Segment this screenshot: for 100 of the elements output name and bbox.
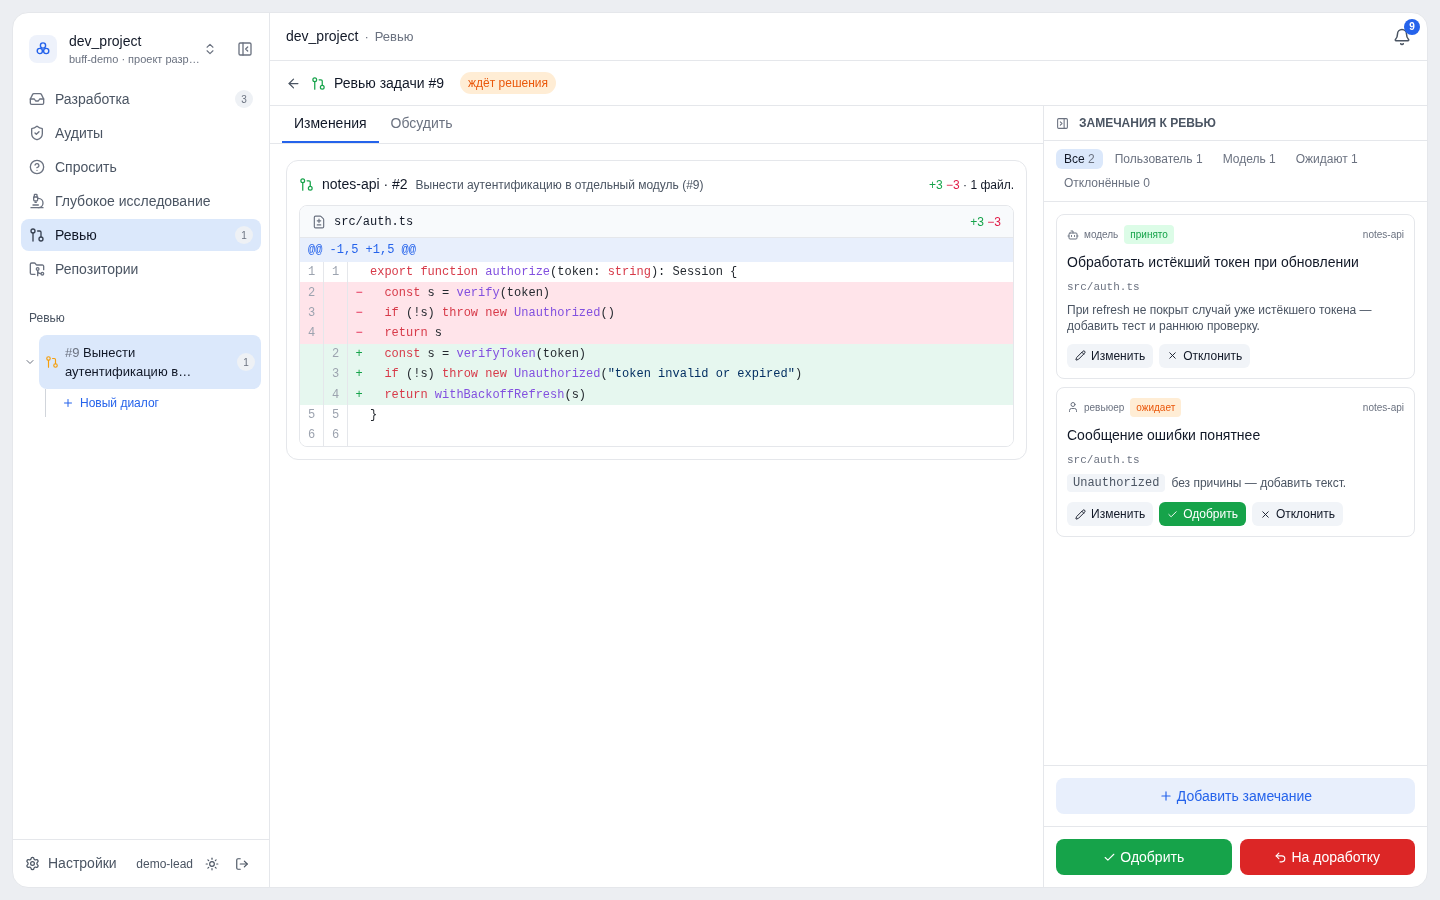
line-number: 2 [324,343,348,364]
notification-count: 9 [1404,18,1420,35]
review-item-count: 1 [237,353,255,371]
diff-marker: + [354,366,364,384]
nav-label: Репозитории [55,259,140,279]
back-icon[interactable] [286,75,301,91]
hunk-header: @@ -1,5 +1,5 @@ [300,238,1013,262]
nav-item[interactable]: Разработка 3 [21,83,261,115]
comment-title: Обработать истёкший токен при обновлении [1067,253,1360,272]
collapse-sidebar-icon[interactable] [237,41,253,57]
project-name: dev_project [69,32,143,51]
pull-request-icon [311,75,326,91]
user-name: demo-lead [136,855,193,873]
reject-button[interactable]: Отклонить [1159,343,1251,368]
code-line: if (!s) throw new Unauthorized() [383,304,615,322]
pull-request-icon [299,177,314,192]
comment-author: модель [1084,228,1119,242]
nav-label: Глубокое исследование [55,191,212,211]
nav-count: 3 [235,90,253,108]
change-repo: notes-api · #2 [322,175,408,194]
file-path: src/auth.ts [334,213,414,231]
edit-button[interactable]: Изменить [1067,502,1154,526]
filter-chip[interactable]: Отклонённые 0 [1056,173,1158,193]
comment-text: При refresh не покрыт случай уже истёкшего токена — добавить тест и раннюю проверку. [1067,301,1373,334]
nav-count: 1 [235,226,253,244]
nav-item[interactable]: Глубокое исследование [21,185,261,217]
settings-icon[interactable] [25,856,40,871]
rework-button[interactable]: На доработку [1239,839,1415,875]
nav-label: Разработка [55,89,131,109]
code-line: const s = verify(token) [383,284,551,302]
plus-icon [1158,789,1173,803]
undo-icon [1274,850,1288,864]
filter-chip[interactable]: Пользователь 1 [1106,149,1211,169]
edit-button[interactable]: Изменить [1067,343,1154,368]
add-comment-button[interactable]: Добавить замечание [1056,778,1415,814]
new-dialog-label: Новый диалог [80,395,159,412]
shield-check-icon [29,125,45,141]
tab[interactable]: Обсудить [378,106,465,143]
pull-request-icon [45,355,59,369]
theme-toggle-icon[interactable] [205,856,219,871]
diff-marker: − [354,284,364,302]
diff-marker: + [354,345,364,363]
new-dialog-link[interactable]: Новый диалог [62,394,261,412]
robot-icon [1067,228,1079,241]
filter-chip[interactable]: Ожидают 1 [1287,149,1366,169]
comment-text: без причины — добавить текст. [1171,475,1347,491]
settings-link[interactable]: Настройки [48,853,117,874]
comment-file: src/auth.ts [1067,452,1141,468]
diff-marker: − [354,304,364,322]
review-title: Ревью задачи #9 [334,73,445,93]
tab[interactable]: Изменения [282,106,379,143]
breadcrumb-project[interactable]: dev_project [286,26,359,47]
filter-chip[interactable]: Модель 1 [1214,149,1284,169]
folder-icon [29,261,45,277]
code-line: const s = verifyToken(token) [383,345,587,363]
code-line: return s [383,325,442,343]
logo-icon [35,41,51,57]
status-badge: ожидает [1130,397,1182,417]
nav-label: Аудиты [55,123,105,143]
panel-toggle-icon[interactable] [1056,116,1069,130]
change-title: Вынести аутентификацию в отдельный модуль (#9) [415,176,704,194]
file-stats: +3 −3 [970,213,1001,231]
file-icon [312,214,326,229]
code-line: if (!s) throw new Unauthorized("token invalid or expired") [383,366,803,384]
line-number: 2 [300,282,324,303]
help-icon [29,159,45,175]
breadcrumb-page: Ревью [374,27,414,46]
user-icon [1067,401,1079,413]
pencil-icon [1075,350,1086,361]
code-line: export function authorize(token: string): Session { [370,264,738,282]
close-icon [1259,508,1271,520]
nav-item[interactable]: Ревью 1 [21,219,261,251]
comment-title: Сообщение ошибки понятнее [1067,425,1262,445]
nav-item[interactable]: Репозитории [21,253,261,285]
microscope-icon [29,193,45,209]
line-number: 4 [300,323,324,344]
section-title: Ревью [28,310,66,327]
status-badge: принято [1124,225,1174,244]
logout-icon[interactable] [235,856,249,871]
nav-item[interactable]: Спросить [21,151,261,183]
breadcrumb-separator: · [364,27,369,46]
nav-item[interactable]: Аудиты [21,117,261,149]
change-stats: +3 −3 · 1 файл. [929,176,1014,194]
pull-request-icon [29,227,45,243]
notifications-icon[interactable] [1393,27,1411,46]
code-line: } [370,406,378,424]
comment-file: src/auth.ts [1067,280,1141,295]
filter-chip[interactable]: Все 2 [1056,149,1103,169]
reject-button[interactable]: Отклонить [1251,502,1343,526]
comment-repo: notes-api [1362,228,1404,242]
pencil-icon [1075,508,1086,520]
diff-marker: − [354,325,364,343]
nav-label: Спросить [55,157,118,177]
inbox-icon [29,91,45,107]
plus-icon [62,397,74,409]
diff-marker: + [354,386,364,404]
panel-title: ЗАМЕЧАНИЯ К РЕВЬЮ [1079,115,1216,132]
review-item[interactable]: #9 Вынести аутентификацию в… 1 [39,335,261,389]
review-item-title: #9 Вынести аутентификацию в… [65,344,193,381]
code-line: return withBackoffRefresh(s) [383,386,587,404]
